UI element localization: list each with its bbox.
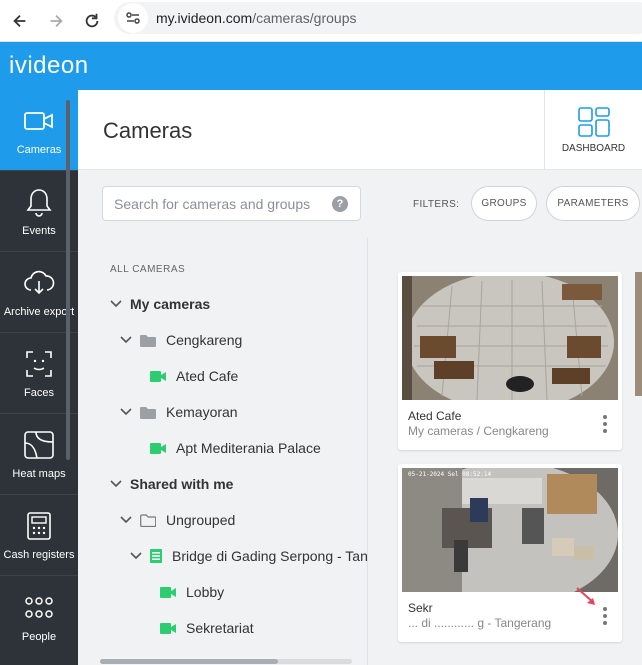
sidebar: Cameras Events Archive export Faces Heat… xyxy=(0,90,78,665)
filters-label: FILTERS: xyxy=(413,199,460,210)
app-header: ivideon xyxy=(0,42,642,90)
tree-row-my-cameras[interactable]: My cameras xyxy=(110,286,210,322)
groups-filter-chip[interactable]: GROUPS xyxy=(471,186,537,221)
search-placeholder: Search for cameras and groups xyxy=(114,195,311,212)
help-icon[interactable]: ? xyxy=(332,195,348,212)
chevron-down-icon[interactable] xyxy=(110,478,122,490)
tree-row-ated-cafe[interactable]: Ated Cafe xyxy=(150,358,238,394)
tree-row-lobby[interactable]: Lobby xyxy=(160,574,224,610)
tree-label: Shared with me xyxy=(130,476,234,492)
browser-toolbar: my.ivideon.com/cameras/groups xyxy=(0,0,642,42)
camera-grid: Ated Cafe My cameras / Cengkareng 05-21-… xyxy=(369,238,642,665)
sidebar-item-label: People xyxy=(21,630,57,643)
camera-card[interactable]: Ated Cafe My cameras / Cengkareng xyxy=(398,272,622,450)
camera-timestamp-overlay: 05-21-2024 Sel 08:52:14 xyxy=(408,471,492,478)
camera-card[interactable]: 05-21-2024 Sel 08:52:14 Sekr ... di ....… xyxy=(398,464,622,642)
tree-heading: ALL CAMERAS xyxy=(110,264,186,275)
camera-green-icon xyxy=(160,622,176,634)
dashboard-label: DASHBOARD xyxy=(561,142,626,154)
tree-label: My cameras xyxy=(130,296,211,312)
app-logo[interactable]: ivideon xyxy=(9,52,89,80)
sidebar-scrollbar[interactable] xyxy=(66,100,70,460)
arrow-left-icon xyxy=(13,14,26,27)
camera-card-title: Ated Cafe xyxy=(408,409,462,423)
tree-row-cengkareng[interactable]: Cengkareng xyxy=(120,322,242,358)
chevron-down-icon[interactable] xyxy=(110,298,122,310)
page-title: Cameras xyxy=(103,118,193,143)
camera-green-icon xyxy=(150,442,166,454)
camera-tree: ALL CAMERAS My cameras Cengkareng Ated C… xyxy=(78,238,368,665)
camera-card-subtitle: My cameras / Cengkareng xyxy=(408,424,549,438)
camera-icon xyxy=(22,104,56,138)
sidebar-item-cash-registers[interactable]: Cash registers xyxy=(0,495,78,576)
sidebar-item-label: Events xyxy=(22,225,56,237)
tree-label: Cengkareng xyxy=(166,332,243,348)
tree-label: Ated Cafe xyxy=(176,368,239,384)
chevron-down-icon[interactable] xyxy=(120,334,132,346)
tree-horizontal-scrollbar[interactable] xyxy=(100,659,352,664)
tree-row-shared-with-me[interactable]: Shared with me xyxy=(110,466,233,502)
heatmap-icon xyxy=(22,428,56,462)
reload-button[interactable] xyxy=(74,3,110,39)
reload-icon xyxy=(85,13,99,27)
back-button[interactable] xyxy=(2,3,38,39)
folder-outline-icon xyxy=(140,513,156,527)
chevron-down-icon[interactable] xyxy=(120,406,132,418)
site-info-icon[interactable] xyxy=(118,3,148,33)
tree-row-sekretariat[interactable]: Sekretariat xyxy=(160,610,254,646)
nvr-icon xyxy=(150,549,162,563)
sidebar-item-label: Heat maps xyxy=(12,468,66,480)
filter-bar: Search for cameras and groups ? FILTERS:… xyxy=(78,170,642,238)
dashboard-button[interactable]: DASHBOARD xyxy=(544,90,642,170)
folder-icon xyxy=(140,334,156,347)
tree-label: Apt Mediterania Palace xyxy=(176,440,321,456)
chevron-down-icon[interactable] xyxy=(120,514,132,526)
camera-card-partial[interactable] xyxy=(635,272,642,396)
people-icon xyxy=(22,591,56,625)
arrow-right-icon xyxy=(50,14,63,27)
sidebar-item-label: Cameras xyxy=(16,144,62,156)
dashboard-icon xyxy=(577,106,610,137)
tree-row-bridge-gading[interactable]: Bridge di Gading Serpong - Tan xyxy=(130,538,368,574)
more-options-icon[interactable] xyxy=(602,415,608,433)
sidebar-item-label: Cash registers xyxy=(3,549,75,561)
parameters-filter-chip[interactable]: PARAMETERS xyxy=(546,186,640,221)
cloud-download-icon xyxy=(22,266,56,300)
camera-preview[interactable] xyxy=(402,276,618,400)
url-text: my.ivideon.com/cameras/groups xyxy=(156,10,357,26)
tree-row-kemayoran[interactable]: Kemayoran xyxy=(120,394,238,430)
main-content: Cameras DASHBOARD Search for cameras and… xyxy=(78,90,642,665)
bell-icon xyxy=(22,185,56,219)
sidebar-item-label: Archive export xyxy=(3,306,75,318)
face-scan-icon xyxy=(22,347,56,381)
tree-label: Lobby xyxy=(186,584,225,600)
camera-card-subtitle: ... di ............ g - Tangerang xyxy=(408,616,552,630)
tree-label: Sekretariat xyxy=(186,620,254,636)
more-options-icon[interactable] xyxy=(602,607,608,625)
camera-green-icon xyxy=(160,586,176,598)
page-header: Cameras DASHBOARD xyxy=(78,90,642,170)
camera-preview[interactable]: 05-21-2024 Sel 08:52:14 xyxy=(402,468,618,592)
camera-card-title: Sekr xyxy=(408,601,433,615)
tree-row-apt-mediterania[interactable]: Apt Mediterania Palace xyxy=(150,430,321,466)
tree-row-ungrouped[interactable]: Ungrouped xyxy=(120,502,235,538)
chevron-down-icon[interactable] xyxy=(130,550,142,562)
sidebar-item-label: Faces xyxy=(24,387,54,399)
sidebar-item-people[interactable]: People xyxy=(0,576,78,657)
search-input[interactable]: Search for cameras and groups ? xyxy=(102,186,361,221)
camera-green-icon xyxy=(150,370,166,382)
tree-label: Bridge di Gading Serpong - Tan xyxy=(172,548,368,564)
tree-label: Kemayoran xyxy=(166,404,238,420)
cash-register-icon xyxy=(22,509,56,543)
pointer-arrow-icon xyxy=(576,587,595,605)
forward-button[interactable] xyxy=(38,3,74,39)
folder-icon xyxy=(140,406,156,419)
address-bar[interactable]: my.ivideon.com/cameras/groups xyxy=(114,2,642,34)
tree-label: Ungrouped xyxy=(166,512,236,528)
